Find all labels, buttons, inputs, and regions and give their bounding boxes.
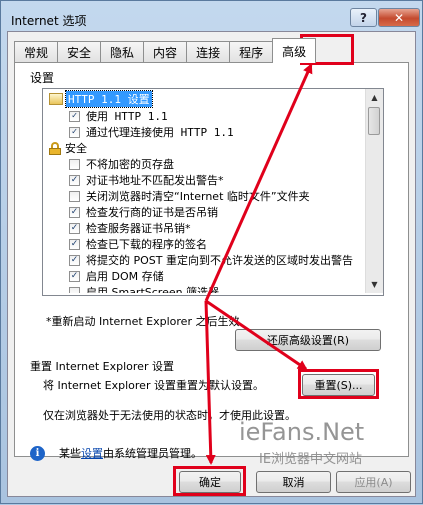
tree-group-label: HTTP 1.1 设置 [65, 90, 153, 108]
setting-label: 检查服务器证书吊销* [86, 222, 191, 235]
setting-label: 启用 SmartScreen 筛选器 [86, 286, 220, 293]
close-button[interactable]: ✕ [378, 8, 420, 27]
lock-icon [49, 141, 61, 155]
cancel-button[interactable]: 取消 [256, 471, 331, 493]
admin-note: i 某些 设置 由系统管理员管理。 [30, 445, 202, 461]
checkbox[interactable]: ✓ [69, 206, 80, 218]
vertical-scrollbar[interactable]: ▲ ▼ [365, 89, 383, 293]
setting-row[interactable]: ✓ 使用 HTTP 1.1 [69, 108, 168, 124]
reset-group-label: 重置 Internet Explorer 设置 [30, 360, 174, 373]
folder-icon [49, 93, 63, 105]
setting-label: 关闭浏览器时清空“Internet 临时文件”文件夹 [86, 190, 310, 203]
tab-strip: 常规 安全 隐私 内容 连接 程序 高级 [14, 38, 317, 63]
tab-connections[interactable]: 连接 [186, 41, 230, 62]
watermark-text: ieFans.Net [239, 418, 365, 446]
restart-note: *重新启动 Internet Explorer 之后生效 [46, 315, 240, 328]
scroll-thumb[interactable] [368, 107, 380, 135]
tab-content[interactable]: 内容 [143, 41, 187, 62]
checkbox[interactable]: ✓ [69, 238, 80, 250]
checkbox[interactable] [69, 158, 80, 170]
setting-label: 不将加密的页存盘 [86, 158, 174, 171]
help-button[interactable]: ? [350, 8, 377, 27]
tab-privacy[interactable]: 隐私 [100, 41, 144, 62]
tab-general[interactable]: 常规 [14, 41, 58, 62]
checkbox[interactable]: ✓ [69, 270, 80, 282]
admin-note-prefix: 某些 [59, 447, 81, 460]
checkbox[interactable]: ✓ [69, 110, 80, 122]
restore-advanced-settings-button[interactable]: 还原高级设置(R) [235, 329, 381, 351]
settings-link[interactable]: 设置 [81, 445, 103, 461]
window-title: Internet 选项 [11, 14, 87, 28]
checkbox[interactable]: ✓ [69, 222, 80, 234]
setting-label: 检查已下载的程序的签名 [86, 238, 207, 251]
setting-row[interactable]: 启用 SmartScreen 筛选器 [69, 284, 219, 293]
checkbox[interactable]: ✓ [69, 254, 80, 266]
tab-advanced[interactable]: 高级 [272, 38, 317, 63]
tree-group-http11[interactable]: HTTP 1.1 设置 [49, 90, 153, 108]
setting-row[interactable]: ✓ 通过代理连接使用 HTTP 1.1 [69, 124, 234, 140]
setting-row[interactable]: ✓ 检查已下载的程序的签名 [69, 236, 207, 252]
setting-row[interactable]: 关闭浏览器时清空“Internet 临时文件”文件夹 [69, 188, 310, 204]
settings-group-label: 设置 [30, 71, 55, 85]
setting-label: 通过代理连接使用 HTTP 1.1 [86, 126, 234, 139]
setting-label: 检查发行商的证书是否吊销 [86, 206, 218, 219]
setting-label: 启用 DOM 存储 [86, 270, 164, 283]
tree-group-label: 安全 [65, 142, 87, 155]
checkbox[interactable] [69, 286, 80, 293]
admin-note-suffix: 由系统管理员管理。 [103, 447, 202, 460]
setting-row[interactable]: ✓ 检查发行商的证书是否吊销 [69, 204, 218, 220]
watermark-subtext: IE浏览器中文网站 [259, 452, 363, 467]
tree-group-security[interactable]: 安全 [49, 140, 87, 156]
internet-options-window: Internet 选项 ? ✕ 常规 安全 隐私 内容 连接 程序 高级 设置 … [0, 0, 423, 504]
checkbox[interactable]: ✓ [69, 126, 80, 138]
reset-description: 将 Internet Explorer 设置重置为默认设置。 [43, 379, 264, 392]
tab-programs[interactable]: 程序 [229, 41, 273, 62]
checkbox[interactable] [69, 190, 80, 202]
scroll-down-icon[interactable]: ▼ [366, 276, 383, 293]
setting-row[interactable]: ✓ 将提交的 POST 重定向到不允许发送的区域时发出警告 [69, 252, 353, 268]
annotation-box-reset-button [298, 369, 379, 399]
annotation-box-ok-button [173, 466, 246, 496]
checkbox[interactable]: ✓ [69, 174, 80, 186]
info-icon: i [30, 445, 45, 461]
setting-row[interactable]: ✓ 检查服务器证书吊销* [69, 220, 191, 236]
setting-label: 将提交的 POST 重定向到不允许发送的区域时发出警告 [86, 254, 353, 267]
setting-label: 对证书地址不匹配发出警告* [86, 174, 224, 187]
setting-row[interactable]: 不将加密的页存盘 [69, 156, 174, 172]
settings-tree[interactable]: HTTP 1.1 设置 ✓ 使用 HTTP 1.1 ✓ 通过代理连接使用 HTT… [42, 88, 384, 296]
scroll-up-icon[interactable]: ▲ [366, 89, 383, 106]
tab-security[interactable]: 安全 [57, 41, 101, 62]
setting-label: 使用 HTTP 1.1 [86, 110, 168, 123]
setting-row[interactable]: ✓ 启用 DOM 存储 [69, 268, 164, 284]
setting-row[interactable]: ✓ 对证书地址不匹配发出警告* [69, 172, 224, 188]
settings-tree-list: HTTP 1.1 设置 ✓ 使用 HTTP 1.1 ✓ 通过代理连接使用 HTT… [43, 89, 365, 293]
apply-button[interactable]: 应用(A) [336, 471, 411, 493]
